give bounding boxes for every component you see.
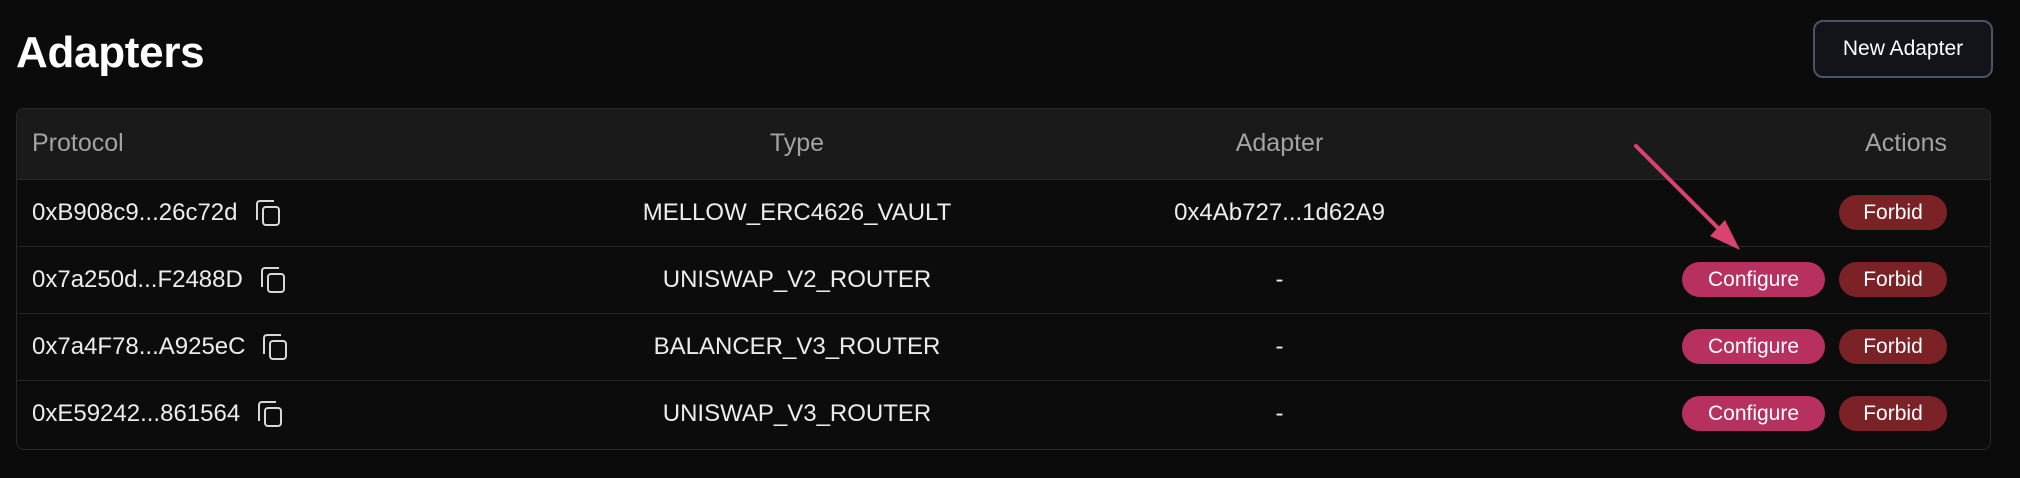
protocol-address: 0xB908c9...26c72d — [32, 198, 238, 226]
type-cell: UNISWAP_V3_ROUTER — [527, 379, 1067, 447]
copy-icon[interactable] — [254, 198, 282, 228]
new-adapter-button[interactable]: New Adapter — [1813, 20, 1993, 78]
type-cell: MELLOW_ERC4626_VAULT — [642, 198, 952, 226]
page-title: Adapters — [16, 28, 205, 77]
forbid-button[interactable]: Forbid — [1839, 396, 1947, 432]
adapter-cell: 0x4Ab727...1d62A9 — [1174, 198, 1385, 226]
copy-icon[interactable] — [259, 265, 287, 295]
table-row: 0xB908c9...26c72d MELLOW_ERC4626_VAULT 0… — [17, 179, 1990, 246]
adapter-cell: - — [1067, 312, 1492, 380]
configure-button[interactable]: Configure — [1682, 329, 1825, 364]
column-header-adapter: Adapter — [1067, 109, 1492, 180]
protocol-address: 0x7a250d...F2488D — [32, 265, 243, 293]
type-cell: UNISWAP_V2_ROUTER — [527, 245, 1067, 313]
adapter-cell: - — [1067, 245, 1492, 313]
protocol-address: 0xE59242...861564 — [32, 399, 241, 427]
forbid-button[interactable]: Forbid — [1839, 262, 1947, 297]
page-header: Adapters New Adapter — [16, 20, 1993, 80]
configure-button[interactable]: Configure — [1682, 262, 1825, 297]
table-header-row: Protocol Type Adapter Actions — [17, 109, 1990, 180]
copy-icon[interactable] — [256, 399, 284, 429]
table-row: 0xE59242...861564 UNISWAP_V3_ROUTER - Co… — [17, 379, 1990, 447]
column-header-actions: Actions — [1492, 109, 1990, 180]
protocol-address: 0x7a4F78...A925eC — [32, 332, 246, 360]
forbid-button[interactable]: Forbid — [1839, 195, 1947, 230]
type-cell: BALANCER_V3_ROUTER — [527, 312, 1067, 380]
forbid-button[interactable]: Forbid — [1839, 329, 1947, 364]
adapter-cell: - — [1067, 379, 1492, 447]
table-row: 0x7a4F78...A925eC BALANCER_V3_ROUTER - C… — [17, 312, 1990, 380]
configure-button[interactable]: Configure — [1682, 396, 1825, 432]
column-header-type: Type — [527, 109, 1067, 180]
table-row: 0x7a250d...F2488D UNISWAP_V2_ROUTER - Co… — [17, 245, 1990, 313]
column-header-protocol: Protocol — [17, 109, 527, 180]
adapters-table: Protocol Type Adapter Actions 0xB908c9..… — [16, 108, 1991, 450]
copy-icon[interactable] — [261, 332, 289, 362]
adapters-page: Adapters New Adapter Protocol Type Adapt… — [0, 0, 2020, 478]
